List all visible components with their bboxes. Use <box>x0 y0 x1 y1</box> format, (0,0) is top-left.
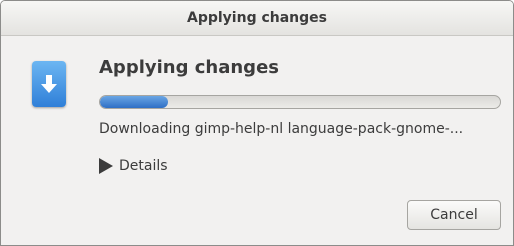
details-expander[interactable]: Details <box>99 155 168 177</box>
progress-bar <box>99 95 501 109</box>
download-icon <box>32 61 66 107</box>
progress-fill <box>100 96 168 108</box>
page-title: Applying changes <box>99 57 279 78</box>
download-arrow-icon <box>41 75 57 93</box>
status-text: Downloading gimp-help-nl language-pack-g… <box>99 121 464 137</box>
window-title: Applying changes <box>1 1 513 36</box>
dialog-window: Applying changes Applying changes Downlo… <box>0 0 514 246</box>
cancel-button[interactable]: Cancel <box>407 200 501 230</box>
details-label: Details <box>119 158 168 174</box>
expander-arrow-icon <box>99 158 113 174</box>
